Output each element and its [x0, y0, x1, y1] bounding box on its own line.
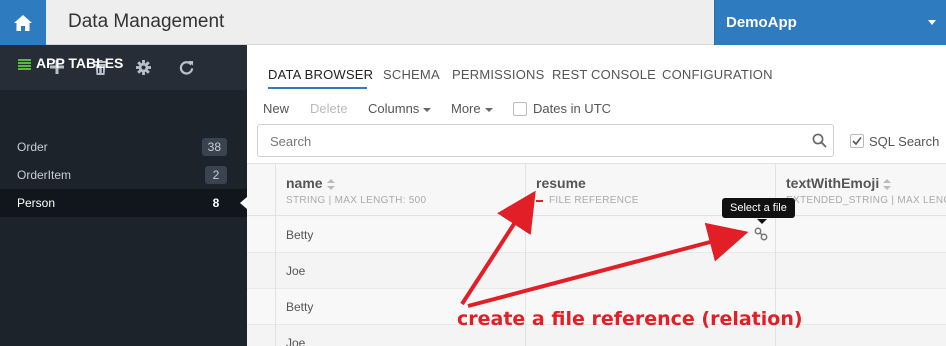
chevron-down-icon: [484, 107, 493, 112]
tab-configuration[interactable]: CONFIGURATION: [662, 67, 773, 82]
page-title: Data Management: [68, 11, 225, 32]
cell-name[interactable]: Joe: [286, 264, 305, 278]
top-bar: Data Management DemoApp: [0, 0, 946, 45]
annotation-text: create a file reference (relation): [457, 308, 803, 330]
chevron-down-icon: [928, 20, 936, 25]
active-indicator: [240, 197, 247, 209]
tab-bar: DATA BROWSER SCHEMA PERMISSIONS REST CON…: [247, 45, 946, 90]
sidebar-item-label: OrderItem: [17, 168, 72, 182]
sidebar-item-person[interactable]: Person 8: [0, 189, 247, 217]
tab-schema[interactable]: SCHEMA: [383, 67, 440, 82]
sql-search-checkbox[interactable]: [850, 134, 864, 148]
sidebar-item-label: Person: [17, 196, 56, 210]
column-title: resume: [536, 175, 586, 191]
search-input[interactable]: Search: [257, 124, 834, 157]
more-dropdown[interactable]: More: [451, 101, 493, 116]
record-count-badge: 8: [205, 194, 227, 212]
search-placeholder: Search: [270, 134, 312, 149]
sql-search-label: SQL Search: [869, 134, 940, 149]
column-title: textWithEmoji: [786, 175, 880, 191]
more-dropdown-label: More: [451, 101, 481, 116]
home-button[interactable]: [0, 0, 46, 45]
sort-icon[interactable]: [326, 178, 335, 190]
link-icon[interactable]: [754, 227, 768, 246]
column-header-textwithemoji[interactable]: textWithEmoji: [786, 175, 892, 191]
cell-name[interactable]: Betty: [286, 228, 313, 242]
tab-permissions[interactable]: PERMISSIONS: [452, 67, 545, 82]
dates-utc-label: Dates in UTC: [533, 101, 612, 116]
column-header-name[interactable]: name: [286, 175, 335, 191]
refresh-icon[interactable]: [178, 59, 194, 75]
app-selector[interactable]: DemoApp: [714, 0, 946, 45]
home-icon: [14, 14, 32, 31]
sidebar-item-label: Order: [17, 140, 48, 154]
column-meta: STRING | MAX LENGTH: 500: [286, 195, 427, 206]
columns-dropdown[interactable]: Columns: [368, 101, 432, 116]
record-count-badge: 38: [201, 138, 227, 156]
tab-data-browser[interactable]: DATA BROWSER: [268, 67, 373, 82]
checkmark-icon: [852, 137, 862, 146]
chevron-down-icon: [423, 107, 432, 112]
record-count-badge: 2: [205, 166, 227, 184]
tab-rest-console[interactable]: REST CONSOLE: [552, 67, 656, 82]
columns-dropdown-label: Columns: [368, 101, 420, 116]
column-header-resume[interactable]: resume: [536, 175, 586, 191]
active-tab-underline: [268, 87, 367, 89]
column-meta: FILE REFERENCE: [549, 195, 639, 206]
sidebar-item-orderitem[interactable]: OrderItem 2: [0, 161, 247, 189]
new-button[interactable]: New: [263, 101, 289, 116]
cell-name[interactable]: Joe: [286, 336, 305, 346]
gear-icon[interactable]: [135, 59, 151, 75]
app-tables-heading: APP TABLES: [36, 55, 124, 71]
relation-marker-icon: [536, 200, 543, 202]
delete-button[interactable]: Delete: [310, 101, 348, 116]
app-selector-label: DemoApp: [726, 14, 797, 31]
table-icon: [18, 57, 31, 75]
sidebar-item-order[interactable]: Order 38: [0, 133, 247, 161]
search-icon[interactable]: [812, 133, 827, 153]
grid-header: name STRING | MAX LENGTH: 500 resume FIL…: [247, 164, 946, 216]
table-row[interactable]: Betty: [247, 217, 946, 253]
table-row[interactable]: Joe: [247, 253, 946, 289]
column-divider: [275, 164, 276, 346]
sort-icon[interactable]: [883, 178, 892, 190]
cell-name[interactable]: Betty: [286, 300, 313, 314]
column-meta: EXTENDED_STRING | MAX LENG: [786, 195, 946, 206]
dates-utc-checkbox[interactable]: [513, 102, 527, 116]
tooltip: Select a file: [722, 198, 795, 218]
column-title: name: [286, 175, 323, 191]
tooltip-arrow: [757, 219, 767, 224]
